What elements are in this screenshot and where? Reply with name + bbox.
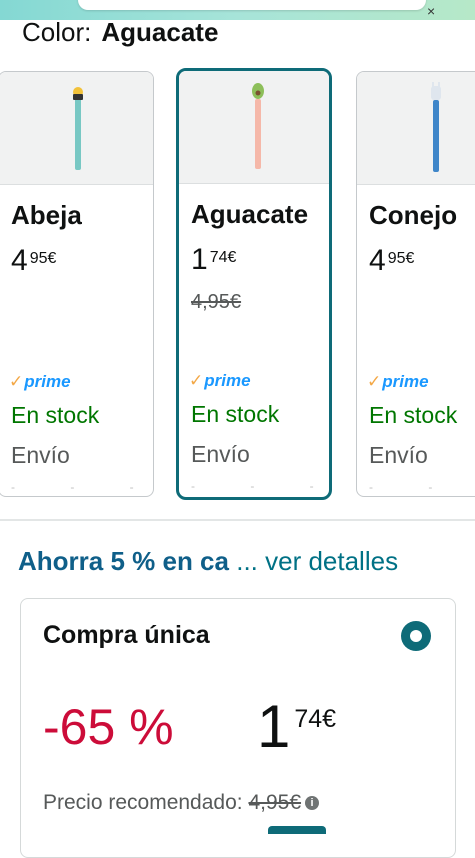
variant-card-abeja[interactable]: Abeja 4 95€ ✓prime En stock Envío - - - xyxy=(0,71,154,497)
divider-dashes: - - - xyxy=(11,480,154,494)
stock-status: En stock xyxy=(191,401,280,427)
variant-card-conejo[interactable]: Conejo 495€ ✓prime En stock Envío - - - xyxy=(356,71,475,497)
pen-image-icon xyxy=(431,82,441,172)
strike-price: 4,95€ xyxy=(191,291,242,313)
promo-details-link[interactable]: ... ver detalles xyxy=(236,546,398,576)
stock-status: En stock xyxy=(11,402,100,428)
promo-text: Ahorra 5 % en ca xyxy=(18,546,229,576)
bottom-handle xyxy=(268,826,326,834)
divider-dashes: - - - xyxy=(191,479,332,493)
selected-color: Aguacate xyxy=(101,17,219,47)
savings-promo[interactable]: Ahorra 5 % en ca ... ver detalles xyxy=(18,546,398,577)
prime-badge: ✓prime xyxy=(367,372,429,391)
pen-image-icon xyxy=(73,87,83,170)
prime-badge: ✓prime xyxy=(9,372,71,391)
purchase-option-title: Compra única xyxy=(43,621,210,649)
radio-selected-icon[interactable] xyxy=(401,621,431,651)
current-price: 1 74€ xyxy=(257,693,337,760)
close-icon[interactable]: × xyxy=(427,4,435,18)
prime-badge: ✓prime xyxy=(189,371,251,390)
variant-price: 4 95€ xyxy=(11,244,57,277)
search-bar[interactable] xyxy=(78,0,426,10)
prime-check-icon: ✓ xyxy=(189,371,204,390)
shipping-text: Envío xyxy=(11,442,70,468)
one-time-purchase-box[interactable]: Compra única -65 % 1 74€ Precio recomenda… xyxy=(20,598,456,858)
variant-name: Aguacate xyxy=(191,199,309,229)
pen-image-icon xyxy=(252,83,264,169)
recommended-price: Precio recomendado: 4,95€ i xyxy=(43,791,320,815)
stock-status: En stock xyxy=(369,402,458,428)
color-label: Color: xyxy=(22,17,92,47)
variant-image xyxy=(357,72,475,185)
shipping-text: Envío xyxy=(191,441,250,467)
variant-card-aguacate[interactable]: Aguacate 1 74€ 4,95€ ✓prime En stock Enví… xyxy=(176,68,332,500)
variant-price: 4 95€ xyxy=(369,244,415,277)
variant-image xyxy=(0,72,153,185)
color-selector-label: Color: Aguacate xyxy=(22,17,218,47)
prime-check-icon: ✓ xyxy=(9,372,24,391)
variant-name: Abeja xyxy=(11,200,82,230)
variant-image xyxy=(179,71,329,184)
variant-name: Conejo xyxy=(369,200,458,230)
variant-price: 1 74€ xyxy=(191,243,237,276)
prime-check-icon: ✓ xyxy=(367,372,382,391)
divider-dashes: - - - xyxy=(369,480,475,494)
shipping-text: Envío xyxy=(369,442,428,468)
info-icon[interactable]: i xyxy=(305,796,320,811)
discount-percent: -65 % xyxy=(43,699,174,755)
section-divider xyxy=(0,519,475,521)
